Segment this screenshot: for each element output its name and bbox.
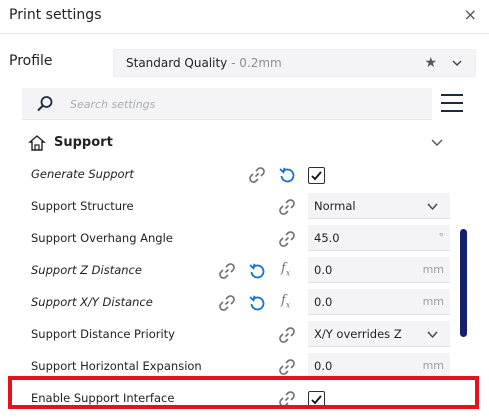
- setting-row-generate-support: Generate Support: [0, 159, 460, 191]
- link-icon: [249, 167, 265, 183]
- input-value: 45.0: [314, 231, 340, 245]
- link-icon: [279, 359, 295, 375]
- support-overhang-angle-input[interactable]: 45.0 °: [308, 225, 450, 251]
- search-bar: [22, 88, 432, 120]
- input-unit: mm: [422, 263, 444, 276]
- function-icon[interactable]: fx: [281, 293, 290, 310]
- link-icon: [279, 199, 295, 215]
- chevron-down-icon: [427, 203, 438, 211]
- setting-label: Support Structure: [31, 199, 134, 213]
- input-value: 0.0: [314, 263, 333, 277]
- profile-value: Standard Quality - 0.2mm: [126, 56, 282, 70]
- reset-icon[interactable]: [278, 166, 296, 184]
- section-title-support[interactable]: Support: [54, 135, 113, 150]
- close-icon[interactable]: ×: [464, 7, 477, 23]
- support-structure-select[interactable]: Normal: [308, 193, 450, 219]
- link-icon: [279, 231, 295, 247]
- select-value: X/Y overrides Z: [314, 327, 402, 341]
- chevron-down-icon[interactable]: [431, 138, 443, 148]
- link-icon: [279, 327, 295, 343]
- scrollbar-thumb[interactable]: [460, 229, 467, 337]
- function-icon[interactable]: fx: [281, 261, 290, 278]
- setting-row-support-z-distance: Support Z Distance fx 0.0 mm: [0, 255, 460, 287]
- chevron-down-icon[interactable]: [451, 57, 463, 69]
- input-value: 0.0: [314, 359, 333, 373]
- setting-label: Support Overhang Angle: [31, 231, 173, 245]
- profile-label: Profile: [9, 53, 53, 69]
- title-bar: Print settings ×: [0, 0, 489, 34]
- setting-row-support-structure: Support Structure Normal: [0, 191, 460, 223]
- input-unit: mm: [422, 359, 444, 372]
- profile-select[interactable]: Standard Quality - 0.2mm ★: [113, 49, 476, 77]
- input-value: 0.0: [314, 295, 333, 309]
- star-icon[interactable]: ★: [424, 55, 437, 71]
- setting-label: Support Horizontal Expansion: [31, 359, 202, 373]
- link-icon: [219, 295, 235, 311]
- chevron-down-icon: [427, 331, 438, 339]
- setting-label: Support X/Y Distance: [31, 295, 153, 309]
- link-icon: [219, 263, 235, 279]
- support-icon: [28, 135, 46, 151]
- reset-icon[interactable]: [248, 262, 266, 280]
- support-z-distance-input[interactable]: 0.0 mm: [308, 257, 450, 283]
- support-distance-priority-select[interactable]: X/Y overrides Z: [308, 321, 450, 347]
- input-unit: °: [438, 231, 445, 244]
- window-title: Print settings: [9, 7, 102, 23]
- generate-support-checkbox[interactable]: [308, 167, 325, 184]
- setting-row-support-distance-priority: Support Distance Priority X/Y overrides …: [0, 319, 460, 351]
- setting-label: Generate Support: [31, 167, 134, 181]
- setting-row-support-overhang-angle: Support Overhang Angle 45.0 °: [0, 223, 460, 255]
- search-icon: [37, 96, 53, 112]
- setting-row-support-xy-distance: Support X/Y Distance fx 0.0 mm: [0, 287, 460, 319]
- setting-label: Support Z Distance: [31, 263, 142, 277]
- highlight-box: [8, 376, 479, 409]
- hamburger-menu-icon[interactable]: [441, 94, 463, 114]
- input-unit: mm: [422, 295, 444, 308]
- support-xy-distance-input[interactable]: 0.0 mm: [308, 289, 450, 315]
- search-input[interactable]: [68, 94, 408, 114]
- reset-icon[interactable]: [248, 294, 266, 312]
- select-value: Normal: [314, 199, 356, 213]
- setting-label: Support Distance Priority: [31, 327, 175, 341]
- checkmark-icon: [311, 171, 322, 181]
- profile-subvalue: - 0.2mm: [227, 56, 282, 70]
